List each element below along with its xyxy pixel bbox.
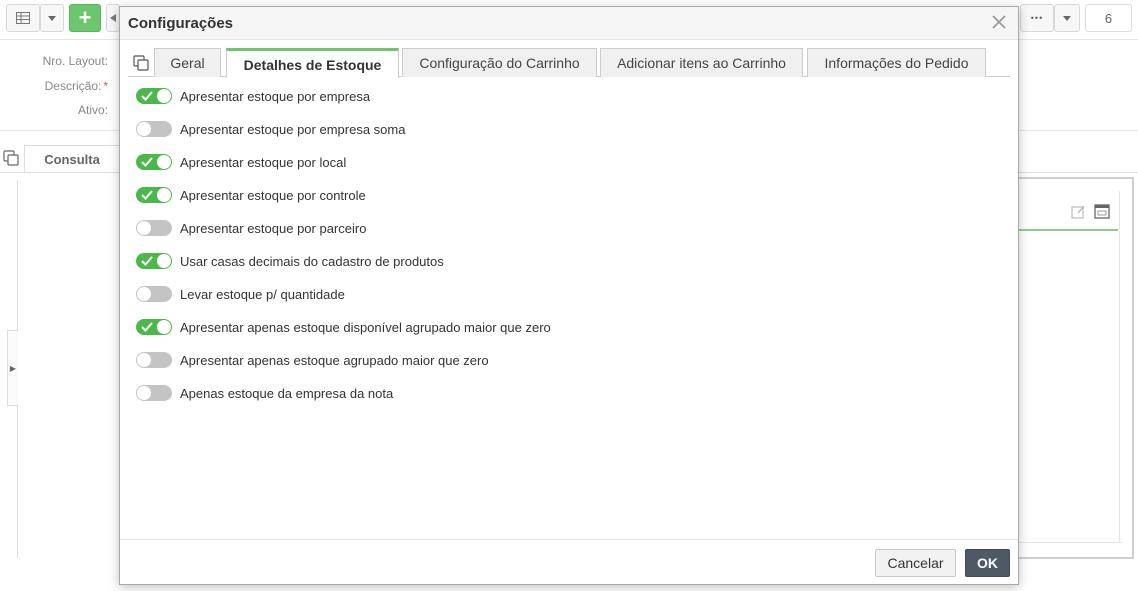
triangle-right-icon: ▶ <box>9 363 17 373</box>
option-label: Usar casas decimais do cadastro de produ… <box>180 253 444 269</box>
tab-configuracao-do-carrinho[interactable]: Configuração do Carrinho <box>402 48 597 77</box>
copy-icon[interactable] <box>133 55 149 71</box>
arrow-left-icon <box>110 14 116 22</box>
toggle-knob <box>157 89 171 103</box>
toggle-switch[interactable] <box>136 220 172 236</box>
check-icon <box>141 91 153 101</box>
toggle-switch[interactable] <box>136 385 172 401</box>
settings-dialog: Configurações Geral Detalhes de Estoque … <box>119 6 1019 585</box>
background-side-panel <box>1012 177 1134 559</box>
toolbar-back-button[interactable] <box>106 4 120 32</box>
toggle-knob <box>137 287 151 301</box>
dialog-title: Configurações <box>128 15 234 32</box>
settings-tabs: Geral Detalhes de Estoque Configuração d… <box>128 47 1010 78</box>
check-icon <box>141 322 153 332</box>
toggle-switch[interactable] <box>136 253 172 269</box>
toggle-switch[interactable] <box>136 154 172 170</box>
dialog-header: Configurações <box>120 7 1018 40</box>
option-row: Apresentar apenas estoque disponível agr… <box>136 317 551 337</box>
option-row: Apresentar estoque por empresa <box>136 86 370 106</box>
description-label: Descrição: * <box>44 79 108 93</box>
option-label: Apresentar estoque por parceiro <box>180 220 367 236</box>
option-label: Apresentar apenas estoque disponível agr… <box>180 319 551 335</box>
layout-number-label: Nro. Layout: <box>42 54 108 68</box>
tab-consulta[interactable]: Consulta <box>24 145 120 173</box>
tab-detalhes-de-estoque[interactable]: Detalhes de Estoque <box>226 48 399 78</box>
active-label: Ativo: <box>77 103 108 117</box>
close-icon[interactable] <box>990 13 1008 31</box>
grid-view-dropdown[interactable] <box>40 4 64 32</box>
toggle-knob <box>137 386 151 400</box>
check-icon <box>141 157 153 167</box>
option-row: Apresentar estoque por empresa soma <box>136 119 405 139</box>
toggle-knob <box>157 188 171 202</box>
toggle-switch[interactable] <box>136 352 172 368</box>
option-row: Apresentar estoque por controle <box>136 185 366 205</box>
side-panel-header <box>1014 191 1118 231</box>
side-panel-scroll-border <box>1119 191 1120 543</box>
calendar-icon[interactable] <box>1094 203 1110 219</box>
more-actions-button[interactable]: ••• <box>1020 4 1054 32</box>
toggle-switch[interactable] <box>136 187 172 203</box>
option-label: Apresentar estoque por empresa <box>180 88 371 104</box>
check-icon <box>141 190 153 200</box>
side-panel-bottom-border <box>1014 542 1122 543</box>
record-count-field[interactable]: 6 <box>1085 4 1132 32</box>
dialog-footer: Cancelar OK <box>120 539 1018 584</box>
toggle-switch[interactable] <box>136 88 172 104</box>
option-label: Apresentar estoque por local <box>180 154 347 170</box>
check-icon <box>141 256 153 266</box>
option-label: Apresentar estoque por empresa soma <box>180 121 406 137</box>
more-icon: ••• <box>1030 13 1044 23</box>
toggle-switch[interactable] <box>136 319 172 335</box>
plus-icon: + <box>78 5 92 30</box>
toggle-knob <box>137 353 151 367</box>
option-row: Apresentar apenas estoque agrupado maior… <box>136 350 489 370</box>
option-row: Apresentar estoque por parceiro <box>136 218 366 238</box>
toggle-knob <box>157 320 171 334</box>
copy-icon[interactable] <box>3 150 19 166</box>
caret-down-icon <box>48 15 56 21</box>
option-row: Usar casas decimais do cadastro de produ… <box>136 251 444 271</box>
more-actions-dropdown[interactable] <box>1054 4 1080 32</box>
toggle-switch[interactable] <box>136 121 172 137</box>
option-row: Apresentar estoque por local <box>136 152 346 172</box>
cancel-button[interactable]: Cancelar <box>875 549 956 577</box>
option-label: Levar estoque p/ quantidade <box>180 286 345 302</box>
ok-button[interactable]: OK <box>965 549 1010 577</box>
option-row: Levar estoque p/ quantidade <box>136 284 345 304</box>
toggle-switch[interactable] <box>136 286 172 302</box>
required-mark: * <box>103 79 108 93</box>
grid-icon <box>16 12 30 24</box>
toggle-knob <box>137 122 151 136</box>
toggle-knob <box>157 254 171 268</box>
tab-informacoes-do-pedido[interactable]: Informações do Pedido <box>807 48 986 77</box>
add-button[interactable]: + <box>69 4 101 32</box>
tab-geral[interactable]: Geral <box>154 48 221 77</box>
panel-expand-handle[interactable]: ▶ <box>7 330 18 406</box>
grid-view-button[interactable] <box>6 4 40 32</box>
toggle-knob <box>137 221 151 235</box>
option-label: Apresentar estoque por controle <box>180 187 366 203</box>
option-label: Apenas estoque da empresa da nota <box>180 385 394 401</box>
option-label: Apresentar apenas estoque agrupado maior… <box>180 352 489 368</box>
edit-icon[interactable] <box>1070 204 1086 220</box>
tab-adicionar-itens-ao-carrinho[interactable]: Adicionar itens ao Carrinho <box>600 48 803 77</box>
option-row: Apenas estoque da empresa da nota <box>136 383 393 403</box>
toggle-knob <box>157 155 171 169</box>
caret-down-icon <box>1063 15 1071 21</box>
